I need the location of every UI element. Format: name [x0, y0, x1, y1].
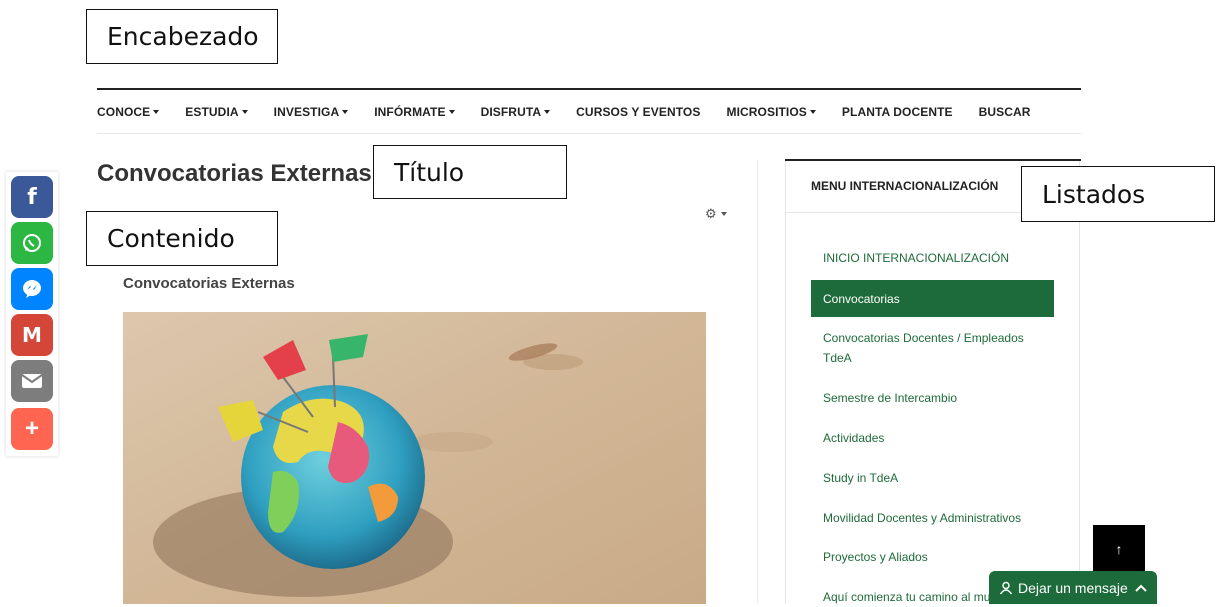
chevron-down-icon: [720, 212, 727, 216]
page-title: Convocatorias Externas: [97, 160, 372, 187]
nav-item-planta-docente[interactable]: PLANTA DOCENTE: [842, 105, 953, 119]
nav-label: BUSCAR: [978, 105, 1031, 119]
globe-on-sand-image: [123, 312, 706, 604]
sidebar-item-proyectos-aliados[interactable]: Proyectos y Aliados: [811, 547, 1054, 567]
gmail-icon: M: [22, 323, 42, 347]
share-facebook-button[interactable]: f: [11, 176, 53, 218]
share-whatsapp-button[interactable]: [11, 222, 53, 264]
email-icon: [21, 374, 43, 388]
nav-item-micrositios[interactable]: MICROSITIOS: [726, 105, 816, 119]
annotation-lists: Listados: [1021, 166, 1215, 222]
chevron-down-icon: [342, 110, 349, 114]
leave-message-label: Dejar un mensaje: [1018, 579, 1128, 596]
sidebar-item-convocatorias[interactable]: Convocatorias: [811, 280, 1054, 317]
nav-label: INFÓRMATE: [374, 105, 446, 119]
nav-item-investiga[interactable]: INVESTIGA: [274, 105, 349, 119]
main-navigation: CONOCE ESTUDIA INVESTIGA INFÓRMATE DISFR…: [97, 103, 1031, 121]
share-gmail-button[interactable]: M: [11, 314, 53, 356]
annotation-title-label: Título: [394, 157, 465, 187]
sidebar-item-actividades[interactable]: Actividades: [811, 428, 1054, 448]
chevron-down-icon: [448, 110, 455, 114]
nav-label: MICROSITIOS: [726, 105, 807, 119]
nav-item-informate[interactable]: INFÓRMATE: [374, 105, 455, 119]
arrow-up-icon: ↑: [1115, 541, 1123, 557]
article-subtitle: Convocatorias Externas: [123, 275, 295, 292]
annotation-content-label: Contenido: [107, 224, 235, 253]
facebook-icon: f: [27, 184, 37, 210]
chevron-down-icon: [241, 110, 248, 114]
social-share-bar: f M +: [6, 172, 58, 456]
nav-label: CURSOS Y EVENTOS: [576, 105, 701, 119]
sidebar-heading: MENU INTERNACIONALIZACIÓN: [811, 179, 999, 193]
sidebar-item-movilidad[interactable]: Movilidad Docentes y Administrativos: [811, 508, 1054, 528]
annotation-header: Encabezado: [86, 9, 278, 64]
nav-label: ESTUDIA: [185, 105, 239, 119]
chevron-down-icon: [153, 110, 160, 114]
whatsapp-icon: [23, 234, 41, 252]
annotation-lists-label: Listados: [1042, 179, 1146, 209]
article-options-button[interactable]: ⚙: [705, 206, 727, 222]
nav-item-cursos-y-eventos[interactable]: CURSOS Y EVENTOS: [576, 105, 700, 119]
column-divider: [757, 160, 758, 604]
nav-item-disfruta[interactable]: DISFRUTA: [481, 105, 551, 119]
chevron-down-icon: [809, 110, 816, 114]
sidebar-item-semestre-intercambio[interactable]: Semestre de Intercambio: [811, 388, 1054, 408]
plus-icon: +: [24, 415, 39, 442]
sidebar-item-study-in-tdea[interactable]: Study in TdeA: [811, 468, 1054, 488]
sidebar-top-rule: [785, 159, 1081, 161]
scroll-to-top-button[interactable]: ↑: [1093, 525, 1145, 573]
share-more-button[interactable]: +: [11, 408, 53, 450]
nav-item-estudia[interactable]: ESTUDIA: [185, 105, 248, 119]
nav-bottom-rule: [97, 133, 1081, 134]
gear-icon: ⚙: [705, 206, 717, 221]
annotation-content: Contenido: [86, 211, 278, 266]
annotation-header-label: Encabezado: [107, 22, 259, 51]
annotation-title: Título: [373, 145, 567, 199]
chevron-up-icon: [1135, 584, 1147, 592]
nav-label: PLANTA DOCENTE: [841, 105, 953, 119]
sidebar-item-convocatorias-docentes[interactable]: Convocatorias Docentes / Empleados TdeA: [811, 328, 1054, 368]
nav-top-rule: [97, 88, 1081, 90]
sidebar-menu: [785, 161, 1080, 604]
share-messenger-button[interactable]: [11, 268, 53, 310]
nav-item-buscar[interactable]: BUSCAR: [979, 105, 1031, 119]
nav-item-conoce[interactable]: CONOCE: [97, 105, 160, 119]
nav-label: INVESTIGA: [273, 105, 340, 119]
article-image: [123, 312, 706, 604]
leave-message-widget[interactable]: Dejar un mensaje: [989, 571, 1157, 604]
share-email-button[interactable]: [11, 360, 53, 402]
sidebar-item-inicio[interactable]: INICIO INTERNACIONALIZACIÓN: [811, 248, 1054, 268]
nav-label: CONOCE: [97, 105, 151, 119]
user-icon: [999, 581, 1013, 594]
chevron-down-icon: [544, 110, 551, 114]
nav-label: DISFRUTA: [480, 105, 542, 119]
messenger-icon: [23, 280, 41, 298]
